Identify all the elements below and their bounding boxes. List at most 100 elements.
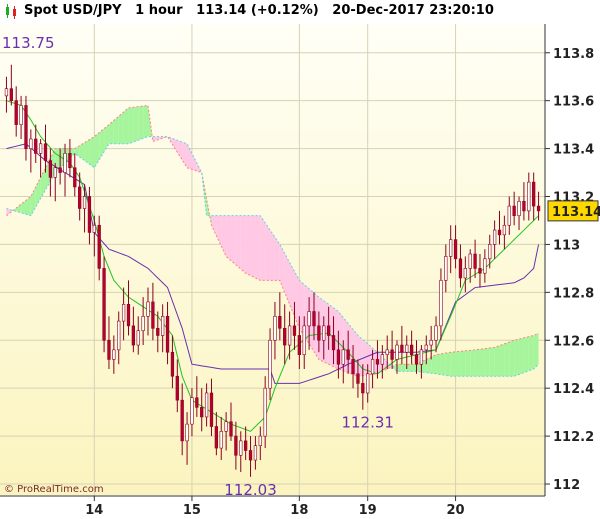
- candle-body-down: [244, 440, 248, 451]
- candle-body-down: [14, 100, 18, 125]
- candle-body-up: [434, 325, 438, 341]
- cloud-segment: [89, 136, 95, 168]
- cloud-segment: [118, 112, 124, 144]
- y-tick-label: 112.6: [553, 334, 594, 349]
- candle-body-down: [180, 399, 184, 442]
- candle-body-up: [185, 423, 189, 442]
- cloud-segment: [123, 107, 129, 144]
- chart-title: Spot USD/JPY 1 hour 113.14 (+0.12%) 20-D…: [24, 3, 494, 18]
- cloud-segment: [143, 105, 149, 139]
- candle-body-down: [297, 335, 301, 355]
- candle-body-down: [351, 359, 355, 375]
- cloud-segment: [240, 215, 246, 274]
- candle-body-up: [385, 349, 389, 355]
- cloud-segment: [528, 335, 534, 371]
- candle-body-down: [312, 311, 316, 327]
- cloud-segment: [235, 215, 241, 269]
- candle-body-down: [214, 426, 219, 449]
- cloud-segment: [479, 348, 485, 377]
- candle-body-up: [29, 138, 33, 149]
- candle-body-up: [507, 205, 511, 226]
- candle-body-down: [331, 335, 336, 351]
- candle-body-up: [161, 316, 165, 336]
- cloud-segment: [523, 336, 529, 373]
- candle-body-down: [175, 375, 179, 401]
- y-tick-label: 113: [553, 238, 580, 253]
- y-tick-label: 112.8: [553, 286, 594, 301]
- candle-body-up: [492, 229, 497, 245]
- candle-body-up: [263, 387, 267, 437]
- candle-body-up: [239, 440, 243, 456]
- candle-body-down: [326, 325, 331, 336]
- candle-body-up: [366, 373, 370, 394]
- candle-body-down: [536, 205, 541, 212]
- candle-body-down: [346, 349, 350, 360]
- candle-body-down: [248, 450, 253, 461]
- candle-body-down: [278, 316, 282, 329]
- candle-body-down: [453, 239, 458, 260]
- cloud-segment: [494, 345, 500, 377]
- cloud-segment: [406, 364, 412, 372]
- cloud-segment: [489, 347, 495, 377]
- current-price-label: 113.14: [552, 205, 600, 220]
- candle-body-up: [439, 280, 443, 327]
- chart-header: Spot USD/JPY 1 hour 113.14 (+0.12%) 20-D…: [0, 0, 600, 24]
- cloud-segment: [226, 215, 232, 261]
- candle-body-up: [341, 349, 345, 365]
- x-tick-label: 19: [359, 503, 377, 518]
- cloud-segment: [265, 222, 271, 281]
- x-tick-label: 14: [85, 503, 103, 518]
- y-tick-label: 112.4: [553, 382, 594, 397]
- cloud-segment: [231, 215, 236, 265]
- y-tick-label: 113.8: [553, 47, 594, 62]
- candle-body-up: [117, 320, 121, 351]
- candle-body-down: [24, 105, 28, 149]
- candle-body-up: [204, 392, 209, 418]
- candle-body-down: [48, 160, 53, 178]
- cloud-segment: [504, 342, 510, 377]
- candle-body-up: [488, 244, 492, 260]
- candle-body-down: [414, 354, 419, 365]
- candle-body-down: [390, 349, 394, 360]
- candle-body-up: [136, 330, 140, 346]
- candle-body-down: [292, 325, 297, 336]
- cloud-segment: [460, 350, 466, 377]
- candle-body-down: [478, 268, 482, 274]
- cloud-segment: [484, 348, 490, 377]
- cloud-segment: [509, 340, 515, 377]
- chart-window: 113.75 112.03 112.31 113.8 113.6 113.4 113.2 1…: [0, 0, 600, 519]
- candle: [102, 256, 106, 353]
- price-annotation: 113.75: [2, 34, 55, 52]
- candle-body-down: [87, 196, 92, 233]
- candle-body-down: [317, 325, 321, 341]
- candle-body-up: [253, 445, 258, 461]
- candle-body-down: [58, 167, 62, 173]
- candle-body-down: [361, 383, 365, 394]
- candle-body-down: [458, 258, 463, 279]
- candle-body-up: [449, 239, 453, 257]
- candle-body-down: [102, 268, 106, 341]
- candle-body-down: [126, 304, 131, 327]
- candle-body-down: [229, 421, 233, 437]
- candle-body-down: [209, 392, 214, 427]
- cloud-segment: [499, 343, 505, 377]
- cloud-segment: [128, 107, 134, 144]
- candle-body-up: [483, 258, 487, 274]
- candle-body-up: [395, 344, 399, 360]
- x-tick-label: 18: [290, 503, 308, 518]
- candle-body-up: [63, 153, 67, 173]
- candlestick-icon: [6, 4, 16, 19]
- candle-body-up: [444, 256, 448, 281]
- x-tick-label: 15: [183, 503, 201, 518]
- candle-body-down: [9, 88, 13, 101]
- cloud-segment: [533, 333, 539, 370]
- cloud-segment: [84, 139, 90, 165]
- candle-body-down: [97, 224, 101, 269]
- candle-body-up: [53, 167, 57, 178]
- ichimoku-chart[interactable]: 113.75112.03112.31 113.8113.6113.4113.21…: [0, 0, 600, 519]
- candle-body-down: [375, 359, 380, 365]
- cloud-segment: [401, 364, 407, 372]
- credit-text: © ProRealTime.com: [4, 484, 104, 495]
- candle-body-down: [165, 316, 170, 353]
- candle-body-up: [38, 143, 43, 154]
